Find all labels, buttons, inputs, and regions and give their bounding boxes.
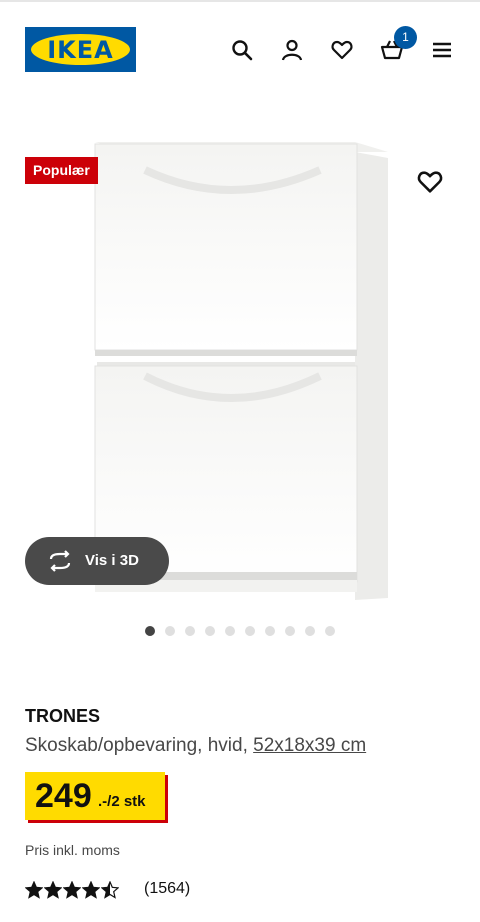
pagination-dot[interactable]	[165, 626, 175, 636]
cart-count-badge: 1	[394, 26, 417, 49]
product-dimensions-link[interactable]: 52x18x39 cm	[253, 735, 366, 756]
vat-note: Pris inkl. moms	[25, 842, 120, 858]
price-box: 249 .-/2 stk	[25, 772, 165, 820]
product-name: TRONES	[25, 706, 101, 726]
heart-icon[interactable]	[330, 38, 354, 62]
account-icon[interactable]	[280, 38, 304, 62]
star-half-icon	[101, 881, 119, 899]
price-main: 249	[35, 777, 92, 815]
star-full-icon	[82, 881, 100, 899]
pagination-dot[interactable]	[245, 626, 255, 636]
search-icon[interactable]	[230, 38, 254, 62]
product-description-text: Skoskab/opbevaring, hvid,	[25, 735, 254, 756]
header: IKEA 1	[0, 0, 480, 100]
pagination-dot[interactable]	[305, 626, 315, 636]
logo-text: IKEA	[47, 36, 114, 64]
rotate-3d-icon	[49, 550, 71, 572]
menu-icon[interactable]	[430, 38, 454, 62]
popular-badge: Populær	[25, 157, 98, 184]
pagination-dot[interactable]	[285, 626, 295, 636]
pagination-dot[interactable]	[225, 626, 235, 636]
pagination-dot[interactable]	[145, 626, 155, 636]
pagination-dot[interactable]	[205, 626, 215, 636]
price-suffix: .-/2 stk	[98, 793, 146, 810]
favorite-icon[interactable]	[416, 168, 444, 196]
view-in-3d-label: Vis i 3D	[85, 552, 139, 569]
star-full-icon	[63, 881, 81, 899]
pagination-dot[interactable]	[325, 626, 335, 636]
review-count[interactable]: (1564)	[144, 880, 190, 898]
view-in-3d-button[interactable]: Vis i 3D	[25, 537, 169, 585]
pagination-dot[interactable]	[185, 626, 195, 636]
ikea-logo[interactable]: IKEA	[25, 27, 136, 72]
pagination-dot[interactable]	[265, 626, 275, 636]
product-description: Skoskab/opbevaring, hvid, 52x18x39 cm	[25, 735, 366, 757]
star-full-icon	[44, 881, 62, 899]
star-full-icon	[25, 881, 43, 899]
